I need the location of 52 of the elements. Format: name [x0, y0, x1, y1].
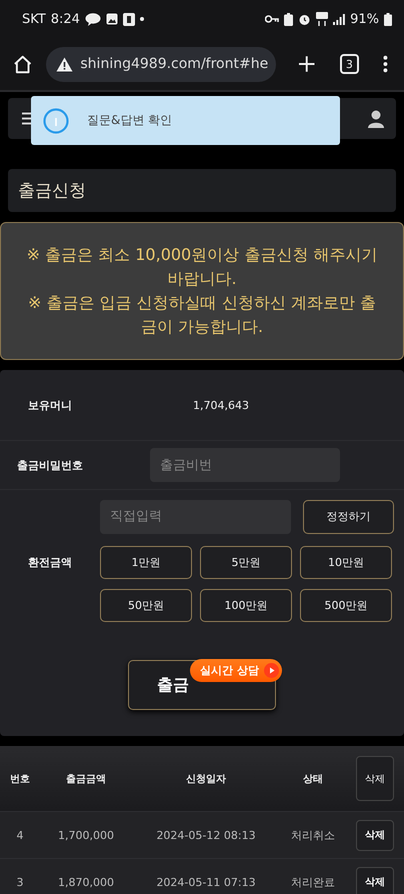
amount-button[interactable]: 1만원 — [100, 546, 192, 578]
battery-icon — [384, 12, 392, 26]
chat-bubble-icon — [84, 12, 101, 26]
column-header: 상태 — [302, 772, 324, 786]
warning-icon — [56, 56, 74, 72]
more-icon[interactable] — [383, 55, 388, 73]
table-cell-text: 처리취소 — [290, 828, 336, 842]
amount-input-field[interactable]: 직접입력 — [100, 500, 291, 534]
table-cell-text: 3 — [16, 876, 24, 888]
table-cell-text: 4 — [16, 828, 24, 842]
signal-icon — [333, 14, 346, 24]
column-header: 신청일자 — [185, 772, 227, 786]
delete-button[interactable]: 삭제 — [356, 866, 394, 894]
column-header: 번호 — [9, 772, 31, 786]
table-cell-text: 2024-05-11 07:13 — [155, 876, 257, 888]
amount-button[interactable]: 500만원 — [300, 588, 392, 622]
amount-button[interactable]: 50만원 — [100, 588, 192, 622]
amount-button[interactable]: 10만원 — [300, 546, 392, 578]
table-cell-text: 1,870,000 — [57, 876, 115, 888]
image-icon — [106, 13, 118, 25]
page-title: 출금신청 — [18, 180, 86, 202]
alarm-icon — [298, 12, 312, 26]
play-icon — [264, 663, 279, 678]
user-icon[interactable] — [368, 110, 384, 128]
delete-button[interactable]: 삭제 — [356, 820, 394, 850]
battery-percent-text: 91% — [350, 12, 379, 26]
address-bar[interactable]: shining4989.com/front#he — [46, 46, 276, 82]
delete-all-button[interactable]: 삭제 — [356, 756, 394, 801]
amount-button[interactable]: 5만원 — [200, 546, 292, 578]
column-header: 출금금액 — [65, 772, 107, 786]
table-cell-text: 처리완료 — [290, 874, 336, 890]
notice-text: ※ 출금은 입금 신청하실때 신청하신 계좌로만 출금이 가능합니다. — [27, 292, 377, 338]
tab-count[interactable]: 3 — [340, 54, 360, 74]
balance-value: 1,704,643 — [193, 398, 249, 412]
home-icon[interactable] — [13, 54, 32, 74]
info-icon — [43, 108, 69, 134]
field-label: 출금비밀번호 — [16, 458, 84, 472]
reset-button[interactable]: 정정하기 — [303, 500, 394, 534]
password-field[interactable]: 출금비번 — [150, 448, 340, 482]
amount-button[interactable]: 100만원 — [200, 588, 292, 622]
clock-text: 8:24 — [50, 12, 80, 26]
toast-message: 질문&답변 확인 — [87, 112, 172, 129]
table-cell-text: 1,700,000 — [57, 828, 115, 842]
toast-notification[interactable]: 질문&답변 확인 — [31, 96, 340, 145]
table-cell-text: 2024-05-12 08:13 — [155, 828, 257, 842]
field-label: 보유머니 — [27, 398, 73, 412]
url-text: shining4989.com/front#he — [80, 56, 268, 72]
plus-icon[interactable] — [298, 55, 316, 73]
carrier-text: SKT — [22, 12, 46, 26]
field-label: 환전금액 — [27, 555, 73, 570]
notice-text: ※ 출금은 최소 10,000원이상 출금신청 해주시기 바랍니다. — [26, 244, 378, 290]
key-icon — [265, 15, 280, 23]
